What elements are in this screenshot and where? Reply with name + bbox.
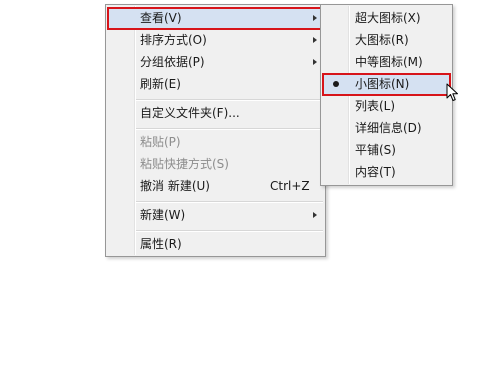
submenu-item-extra-large-icons[interactable]: 超大图标(X) — [323, 8, 450, 29]
submenu-item-list[interactable]: 列表(L) — [323, 96, 450, 117]
menu-item-sort-by[interactable]: 排序方式(O) — [108, 30, 323, 51]
menu-item-label: 新建(W) — [140, 208, 186, 222]
chevron-right-icon — [313, 15, 317, 21]
menu-item-label: 查看(V) — [140, 11, 182, 25]
submenu-item-medium-icons[interactable]: 中等图标(M) — [323, 52, 450, 73]
menu-item-view[interactable]: 查看(V) — [107, 7, 324, 30]
menu-item-refresh[interactable]: 刷新(E) — [108, 74, 323, 95]
menu-item-shortcut: Ctrl+Z — [270, 179, 310, 193]
desktop-background: 查看(V) 排序方式(O) 分组依据(P) 刷新(E) 自定义文件夹(F)...… — [0, 0, 480, 367]
menu-item-label: 小图标(N) — [355, 77, 410, 91]
menu-item-label: 分组依据(P) — [140, 55, 205, 69]
radio-bullet-icon — [333, 81, 339, 87]
menu-item-label: 超大图标(X) — [355, 11, 421, 25]
submenu-item-content[interactable]: 内容(T) — [323, 162, 450, 183]
menu-item-label: 粘贴(P) — [140, 135, 181, 149]
menu-item-label: 中等图标(M) — [355, 55, 423, 69]
chevron-right-icon — [313, 37, 317, 43]
view-submenu: 超大图标(X) 大图标(R) 中等图标(M) 小图标(N) 列表(L) 详细信息… — [320, 4, 453, 186]
menu-item-undo-new[interactable]: 撤消 新建(U) Ctrl+Z — [108, 176, 323, 197]
menu-item-group-by[interactable]: 分组依据(P) — [108, 52, 323, 73]
menu-item-paste-shortcut: 粘贴快捷方式(S) — [108, 154, 323, 175]
submenu-item-large-icons[interactable]: 大图标(R) — [323, 30, 450, 51]
menu-item-properties[interactable]: 属性(R) — [108, 234, 323, 255]
chevron-right-icon — [313, 212, 317, 218]
menu-item-label: 排序方式(O) — [140, 33, 207, 47]
menu-item-label: 大图标(R) — [355, 33, 409, 47]
menu-item-label: 属性(R) — [140, 237, 182, 251]
menu-item-label: 刷新(E) — [140, 77, 181, 91]
menu-item-paste: 粘贴(P) — [108, 132, 323, 153]
menu-item-label: 粘贴快捷方式(S) — [140, 157, 229, 171]
menu-item-label: 自定义文件夹(F)... — [140, 106, 240, 120]
mouse-pointer-icon — [446, 83, 458, 101]
menu-separator — [136, 230, 323, 232]
context-menu: 查看(V) 排序方式(O) 分组依据(P) 刷新(E) 自定义文件夹(F)...… — [105, 4, 326, 257]
menu-item-label: 详细信息(D) — [355, 121, 422, 135]
menu-item-new[interactable]: 新建(W) — [108, 205, 323, 226]
menu-item-label: 撤消 新建(U) — [140, 179, 210, 193]
menu-item-label: 内容(T) — [355, 165, 396, 179]
menu-item-customize-folder[interactable]: 自定义文件夹(F)... — [108, 103, 323, 124]
submenu-item-details[interactable]: 详细信息(D) — [323, 118, 450, 139]
menu-separator — [136, 99, 323, 101]
menu-item-label: 平铺(S) — [355, 143, 396, 157]
menu-separator — [136, 201, 323, 203]
submenu-item-tiles[interactable]: 平铺(S) — [323, 140, 450, 161]
submenu-item-small-icons[interactable]: 小图标(N) — [322, 73, 451, 96]
menu-separator — [136, 128, 323, 130]
chevron-right-icon — [313, 59, 317, 65]
menu-item-label: 列表(L) — [355, 99, 396, 113]
